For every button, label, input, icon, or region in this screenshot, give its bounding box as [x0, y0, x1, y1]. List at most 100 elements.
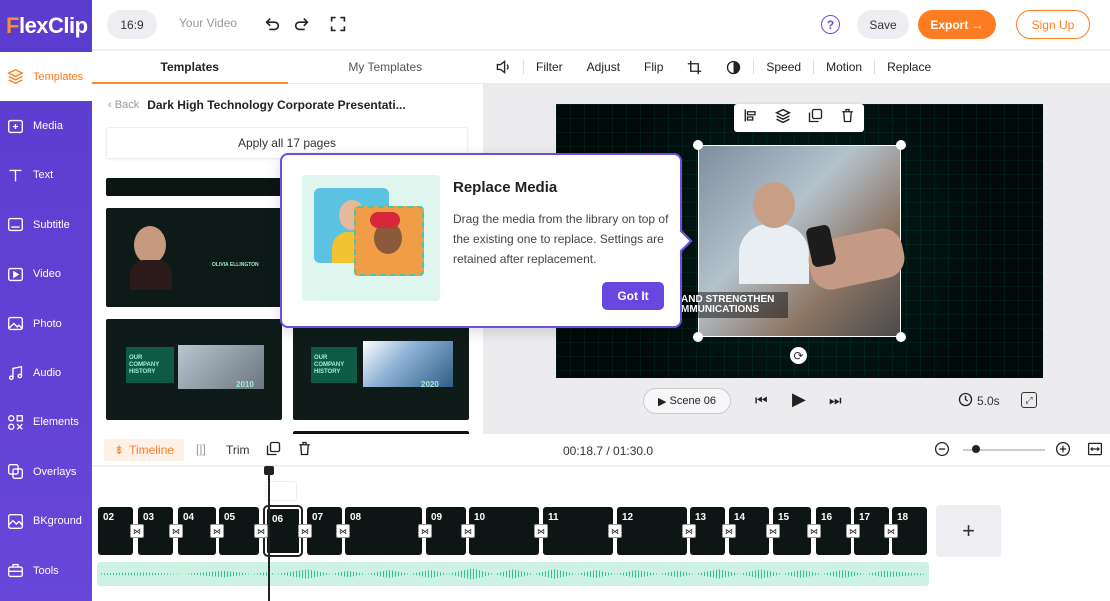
thumb-year: 2010: [236, 380, 254, 389]
resize-handle-tl[interactable]: [693, 140, 703, 150]
sidebar-item-overlays[interactable]: Overlays: [0, 447, 92, 496]
rotate-icon[interactable]: ⟳: [790, 347, 807, 364]
template-thumb-3[interactable]: OUR COMPANY HISTORY 2010: [106, 319, 282, 420]
fit-timeline-icon[interactable]: [1087, 441, 1103, 460]
transition-icon[interactable]: ⋈: [884, 524, 898, 538]
template-thumb-4[interactable]: OUR COMPANY HISTORY 2020: [293, 319, 469, 420]
resize-handle-br[interactable]: [896, 332, 906, 342]
aspect-ratio-button[interactable]: 16:9: [107, 10, 157, 39]
sidebar-item-media[interactable]: Media: [0, 101, 92, 150]
sidebar-item-video[interactable]: Video: [0, 250, 92, 299]
clip-05[interactable]: 05: [219, 507, 259, 555]
transition-icon[interactable]: ⋈: [418, 524, 432, 538]
zoom-in-icon[interactable]: [1055, 441, 1071, 460]
sidebar-item-photo[interactable]: Photo: [0, 299, 92, 348]
audio-track[interactable]: [97, 562, 929, 586]
play-small-icon: ▶: [658, 395, 670, 408]
overlays-icon: [6, 463, 24, 481]
transition-icon[interactable]: ⋈: [336, 524, 350, 538]
fullscreen-icon[interactable]: [328, 14, 348, 34]
template-thumb-1[interactable]: [106, 178, 282, 196]
clip-02[interactable]: 02: [98, 507, 133, 555]
transition-icon[interactable]: ⋈: [608, 524, 622, 538]
transition-icon[interactable]: ⋈: [169, 524, 183, 538]
expand-preview-icon[interactable]: ⤢: [1021, 392, 1037, 408]
thumb-title: OUR COMPANY HISTORY: [314, 355, 345, 375]
timeline-toggle[interactable]: ⇟ Timeline: [104, 439, 184, 461]
align-icon[interactable]: [743, 108, 758, 128]
clip-08[interactable]: 08: [345, 507, 422, 555]
clip-10[interactable]: 10: [469, 507, 539, 555]
replace-button[interactable]: Replace: [875, 57, 943, 77]
transition-icon[interactable]: ⋈: [722, 524, 736, 538]
transition-icon[interactable]: ⋈: [534, 524, 548, 538]
redo-icon[interactable]: [292, 14, 312, 34]
scene-button[interactable]: ▶ Scene 06: [643, 388, 731, 414]
back-chevron-icon[interactable]: ‹: [108, 99, 115, 111]
replace-media-popup: Replace Media Drag the media from the li…: [280, 153, 682, 328]
export-button[interactable]: Export →: [918, 10, 996, 39]
portrait-face: [134, 226, 166, 264]
transition-icon[interactable]: ⋈: [461, 524, 475, 538]
delete-icon[interactable]: [840, 108, 855, 128]
undo-icon[interactable]: [262, 14, 282, 34]
transition-icon[interactable]: ⋈: [298, 524, 312, 538]
speed-button[interactable]: Speed: [754, 57, 813, 77]
sidebar-item-elements[interactable]: Elements: [0, 398, 92, 447]
transition-icon[interactable]: ⋈: [210, 524, 224, 538]
sidebar-item-bkground[interactable]: BKground: [0, 497, 92, 546]
filter-button[interactable]: Filter: [524, 57, 575, 77]
popup-description: Drag the media from the library on top o…: [453, 212, 669, 266]
adjust-button[interactable]: Adjust: [575, 57, 632, 77]
trim-button[interactable]: Trim: [226, 443, 250, 457]
previous-scene-icon[interactable]: ⏮: [755, 392, 768, 409]
playhead[interactable]: [264, 466, 274, 601]
duplicate-icon[interactable]: [808, 108, 823, 128]
add-scene-button[interactable]: +: [936, 505, 1001, 557]
copy-icon[interactable]: [266, 441, 281, 459]
sidebar-item-text[interactable]: Text: [0, 151, 92, 200]
zoom-slider-handle[interactable]: [972, 445, 980, 453]
tab-templates[interactable]: Templates: [92, 51, 288, 84]
transition-icon[interactable]: ⋈: [130, 524, 144, 538]
next-scene-icon[interactable]: ⏭: [829, 392, 842, 409]
resize-handle-bl[interactable]: [693, 332, 703, 342]
template-thumb-2[interactable]: OLIVIA ELLINGTON: [106, 208, 282, 307]
video-name[interactable]: Your Video: [179, 16, 237, 30]
canvas-caption[interactable]: AND STRENGTHEN MMUNICATIONS: [678, 292, 788, 318]
elements-icon: [6, 413, 24, 431]
zoom-out-icon[interactable]: [934, 441, 950, 460]
volume-icon[interactable]: [483, 57, 523, 77]
save-button[interactable]: Save: [857, 10, 909, 39]
clip-11[interactable]: 11: [543, 507, 613, 555]
layers-icon: [6, 68, 24, 86]
got-it-button[interactable]: Got It: [602, 282, 664, 310]
transition-icon[interactable]: ⋈: [807, 524, 821, 538]
trash-icon[interactable]: [297, 441, 312, 459]
transition-icon[interactable]: ⋈: [682, 524, 696, 538]
transition-icon[interactable]: ⋈: [766, 524, 780, 538]
back-link[interactable]: Back: [115, 99, 139, 111]
play-icon[interactable]: ▶: [792, 389, 806, 410]
color-icon[interactable]: [714, 57, 753, 77]
clip-12[interactable]: 12: [617, 507, 687, 555]
tab-my-templates[interactable]: My Templates: [288, 51, 484, 83]
sidebar-item-templates[interactable]: Templates: [0, 52, 92, 102]
resize-handle-tr[interactable]: [896, 140, 906, 150]
flexclip-logo[interactable]: FlexClip: [0, 0, 92, 52]
help-icon[interactable]: ?: [821, 15, 840, 34]
scene-duration[interactable]: 5.0s: [958, 392, 1000, 410]
sidebar-item-audio[interactable]: Audio: [0, 348, 92, 397]
sign-up-button[interactable]: Sign Up: [1016, 10, 1090, 39]
flip-button[interactable]: Flip: [632, 57, 675, 77]
clip-09[interactable]: 09: [426, 507, 466, 555]
sidebar-item-subtitle[interactable]: Subtitle: [0, 200, 92, 249]
clip-06[interactable]: 06: [263, 505, 303, 557]
sidebar-item-tools[interactable]: Tools: [0, 546, 92, 595]
layers-order-icon[interactable]: [774, 108, 791, 129]
transition-icon[interactable]: ⋈: [254, 524, 268, 538]
split-icon[interactable]: [|]: [196, 442, 206, 456]
transition-icon[interactable]: ⋈: [846, 524, 860, 538]
motion-button[interactable]: Motion: [814, 57, 874, 77]
crop-icon[interactable]: [675, 57, 714, 77]
